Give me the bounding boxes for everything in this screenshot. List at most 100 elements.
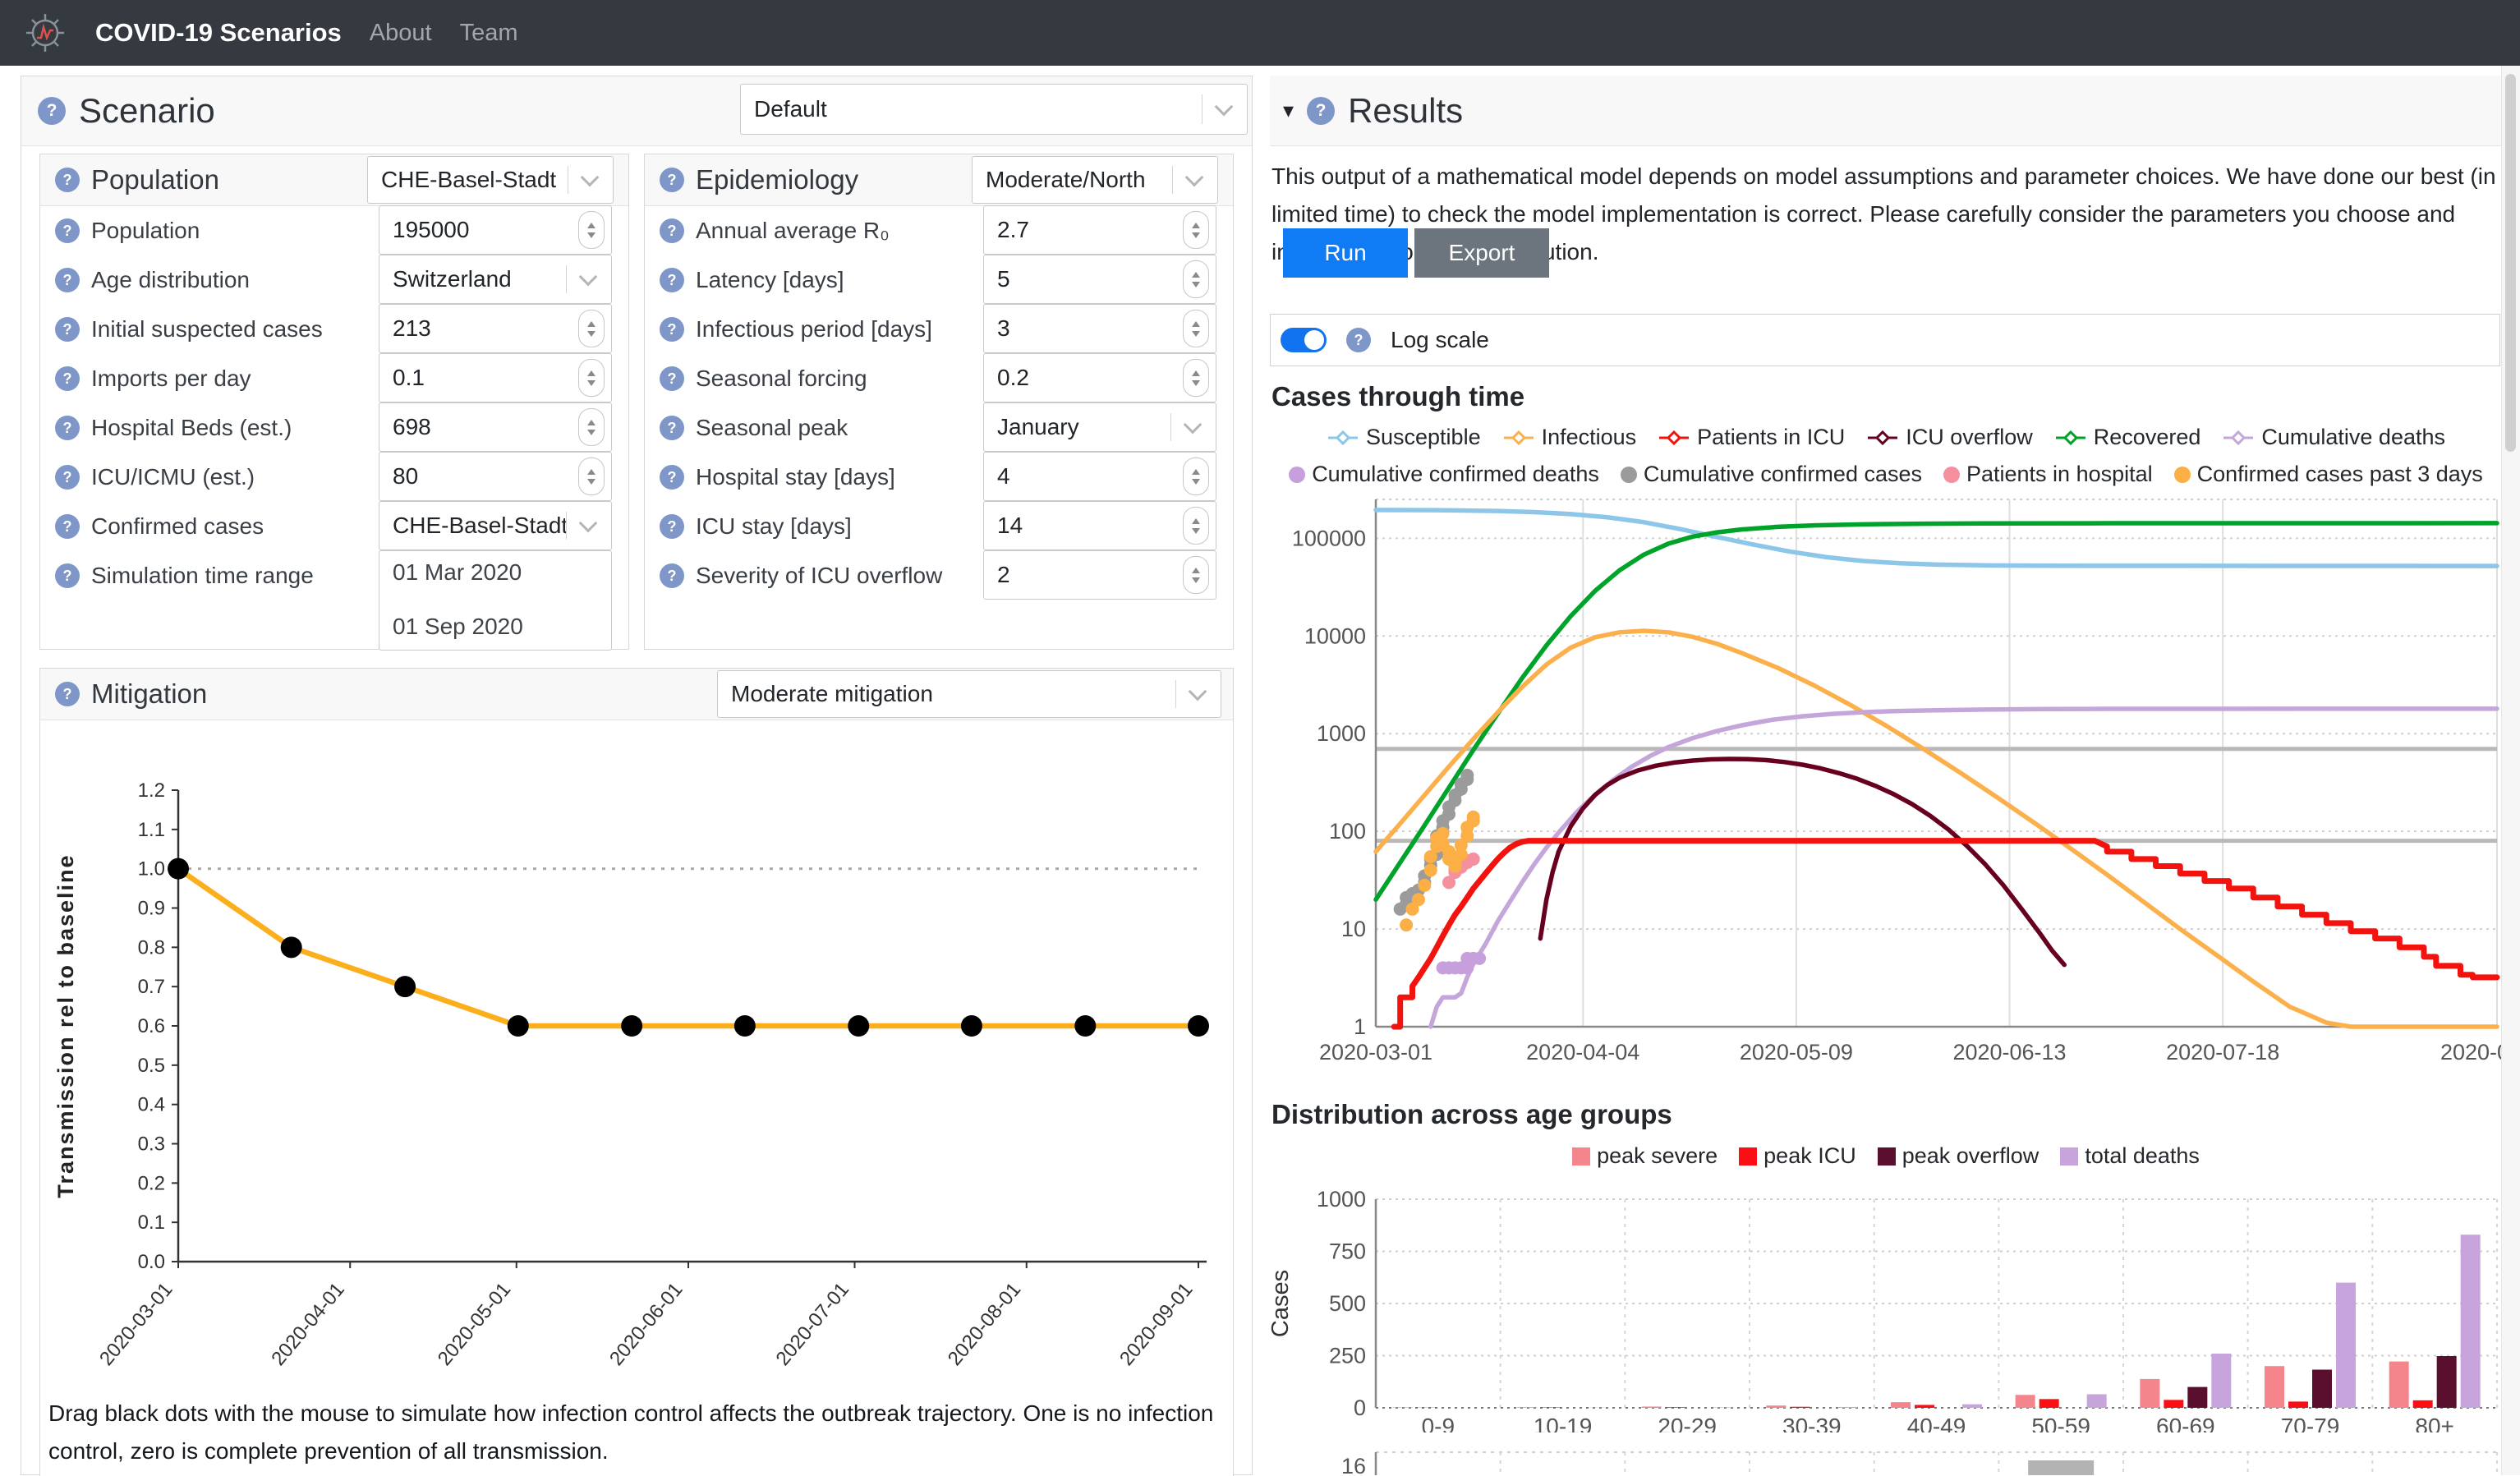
help-icon[interactable]: ? bbox=[660, 563, 684, 588]
stepper-icon[interactable] bbox=[1183, 310, 1209, 347]
help-icon[interactable]: ? bbox=[55, 168, 80, 192]
mitigation-drag-dot[interactable] bbox=[394, 976, 416, 997]
svg-text:10-19: 10-19 bbox=[1534, 1414, 1593, 1432]
mitigation-drag-dot[interactable] bbox=[1188, 1015, 1209, 1037]
field-label: Seasonal peak bbox=[696, 415, 848, 441]
population-preset-select[interactable]: CHE-Basel-Stadt bbox=[367, 156, 614, 204]
legend-item-cumulative-deaths[interactable]: Cumulative deaths bbox=[2222, 425, 2445, 450]
mitigation-drag-dot[interactable] bbox=[734, 1015, 756, 1037]
help-icon[interactable]: ? bbox=[660, 317, 684, 342]
stepper-icon[interactable] bbox=[578, 359, 605, 397]
svg-text:2020-07-18: 2020-07-18 bbox=[2166, 1040, 2279, 1064]
help-icon[interactable]: ? bbox=[660, 465, 684, 490]
help-icon[interactable]: ? bbox=[38, 97, 66, 125]
infectious-period-days-input[interactable]: 3 bbox=[983, 304, 1216, 353]
help-icon[interactable]: ? bbox=[660, 268, 684, 292]
help-icon[interactable]: ? bbox=[660, 218, 684, 243]
stepper-icon[interactable] bbox=[1183, 507, 1209, 545]
legend-item-cumulative-confirmed-cases[interactable]: Cumulative confirmed cases bbox=[1621, 462, 1922, 487]
hospital-beds-est-input[interactable]: 698 bbox=[379, 402, 612, 452]
stepper-icon[interactable] bbox=[1183, 359, 1209, 397]
hospital-stay-days-input[interactable]: 4 bbox=[983, 452, 1216, 501]
mitigation-drag-dot[interactable] bbox=[621, 1015, 642, 1037]
help-icon[interactable]: ? bbox=[660, 514, 684, 539]
export-button[interactable]: Export bbox=[1414, 228, 1549, 278]
range-end[interactable]: 01 Sep 2020 bbox=[379, 614, 523, 640]
age-distribution-select[interactable]: Switzerland bbox=[379, 255, 612, 304]
legend-item-recovered[interactable]: Recovered bbox=[2054, 425, 2201, 450]
mitigation-preset-select[interactable]: Moderate mitigation bbox=[717, 670, 1221, 718]
stepper-icon[interactable] bbox=[1183, 556, 1209, 594]
help-icon[interactable]: ? bbox=[55, 218, 80, 243]
icu-icmu-est-input[interactable]: 80 bbox=[379, 452, 612, 501]
svg-text:40-49: 40-49 bbox=[1907, 1414, 1966, 1432]
field-row-hospital-stay-days: ?Hospital stay [days]4 bbox=[645, 453, 1233, 502]
svg-text:1: 1 bbox=[1354, 1014, 1366, 1039]
stepper-icon[interactable] bbox=[1183, 211, 1209, 249]
help-icon[interactable]: ? bbox=[55, 682, 80, 706]
legend-item-peak-severe[interactable]: peak severe bbox=[1572, 1143, 1718, 1169]
help-icon[interactable]: ? bbox=[55, 514, 80, 539]
mitigation-drag-dot[interactable] bbox=[961, 1015, 982, 1037]
nav-link-team[interactable]: Team bbox=[460, 20, 518, 47]
help-icon[interactable]: ? bbox=[55, 563, 80, 588]
imports-per-day-input[interactable]: 0.1 bbox=[379, 353, 612, 402]
severity-of-icu-overflow-input[interactable]: 2 bbox=[983, 550, 1216, 600]
epidemiology-preset-select[interactable]: Moderate/North bbox=[972, 156, 1218, 204]
stepper-icon[interactable] bbox=[578, 211, 605, 249]
help-icon[interactable]: ? bbox=[55, 366, 80, 391]
cases-chart[interactable]: 1101001000100001000002020-03-012020-04-0… bbox=[1270, 493, 2502, 1068]
legend-item-cumulative-confirmed-deaths[interactable]: Cumulative confirmed deaths bbox=[1289, 462, 1599, 487]
nav-link-about[interactable]: About bbox=[370, 20, 432, 47]
initial-suspected-cases-input[interactable]: 213 bbox=[379, 304, 612, 353]
population-input[interactable]: 195000 bbox=[379, 205, 612, 255]
legend-item-peak-overflow[interactable]: peak overflow bbox=[1878, 1143, 2039, 1169]
mitigation-drag-dot[interactable] bbox=[848, 1015, 869, 1037]
virus-logo-icon[interactable] bbox=[23, 11, 67, 55]
stepper-icon[interactable] bbox=[1183, 458, 1209, 495]
collapse-caret-icon[interactable]: ▾ bbox=[1283, 98, 1294, 123]
legend-item-total-deaths[interactable]: total deaths bbox=[2060, 1143, 2200, 1169]
simulation-time-range-input[interactable]: 01 Mar 2020 01 Sep 2020 bbox=[379, 550, 612, 651]
help-icon[interactable]: ? bbox=[55, 268, 80, 292]
stepper-icon[interactable] bbox=[578, 310, 605, 347]
population-card: ? Population CHE-Basel-Stadt ?Population… bbox=[39, 154, 629, 650]
legend-item-icu-overflow[interactable]: ICU overflow bbox=[1866, 425, 2033, 450]
annual-average-r-input[interactable]: 2.7 bbox=[983, 205, 1216, 255]
legend-item-patients-in-hospital[interactable]: Patients in hospital bbox=[1943, 462, 2153, 487]
mitigation-drag-dot[interactable] bbox=[508, 1015, 529, 1037]
help-icon[interactable]: ? bbox=[55, 465, 80, 490]
partial-chart[interactable]: 16 bbox=[1270, 1446, 2502, 1475]
help-icon[interactable]: ? bbox=[660, 168, 684, 192]
page-scrollbar[interactable] bbox=[2501, 66, 2520, 1475]
legend-item-patients-in-icu[interactable]: Patients in ICU bbox=[1658, 425, 1845, 450]
stepper-icon[interactable] bbox=[578, 408, 605, 446]
mitigation-drag-dot[interactable] bbox=[281, 936, 302, 958]
svg-text:0.9: 0.9 bbox=[138, 898, 165, 920]
stepper-icon[interactable] bbox=[1183, 260, 1209, 298]
mitigation-chart[interactable]: 0.00.10.20.30.40.50.60.70.80.91.01.11.22… bbox=[40, 726, 1233, 1375]
help-icon[interactable]: ? bbox=[1307, 97, 1335, 125]
seasonal-peak-select[interactable]: January bbox=[983, 402, 1216, 452]
legend-item-peak-icu[interactable]: peak ICU bbox=[1739, 1143, 1856, 1169]
mitigation-drag-dot[interactable] bbox=[1074, 1015, 1096, 1037]
help-icon[interactable]: ? bbox=[660, 366, 684, 391]
scenario-preset-select[interactable]: Default bbox=[740, 84, 1248, 135]
run-button[interactable]: Run bbox=[1283, 228, 1408, 278]
log-scale-toggle[interactable] bbox=[1281, 328, 1327, 352]
help-icon[interactable]: ? bbox=[1346, 328, 1371, 352]
legend-item-confirmed-cases-past-3-days[interactable]: Confirmed cases past 3 days bbox=[2174, 462, 2483, 487]
mitigation-drag-dot[interactable] bbox=[168, 858, 189, 880]
latency-days-input[interactable]: 5 bbox=[983, 255, 1216, 304]
stepper-icon[interactable] bbox=[578, 458, 605, 495]
confirmed-cases-select[interactable]: CHE-Basel-Stadt bbox=[379, 501, 612, 550]
legend-item-susceptible[interactable]: Susceptible bbox=[1327, 425, 1481, 450]
age-chart[interactable]: 02505007501000Cases0-910-1920-2930-3940-… bbox=[1270, 1176, 2502, 1432]
help-icon[interactable]: ? bbox=[55, 317, 80, 342]
help-icon[interactable]: ? bbox=[660, 416, 684, 440]
legend-item-infectious[interactable]: Infectious bbox=[1502, 425, 1637, 450]
seasonal-forcing-input[interactable]: 0.2 bbox=[983, 353, 1216, 402]
range-start[interactable]: 01 Mar 2020 bbox=[379, 559, 522, 586]
icu-stay-days-input[interactable]: 14 bbox=[983, 501, 1216, 550]
help-icon[interactable]: ? bbox=[55, 416, 80, 440]
